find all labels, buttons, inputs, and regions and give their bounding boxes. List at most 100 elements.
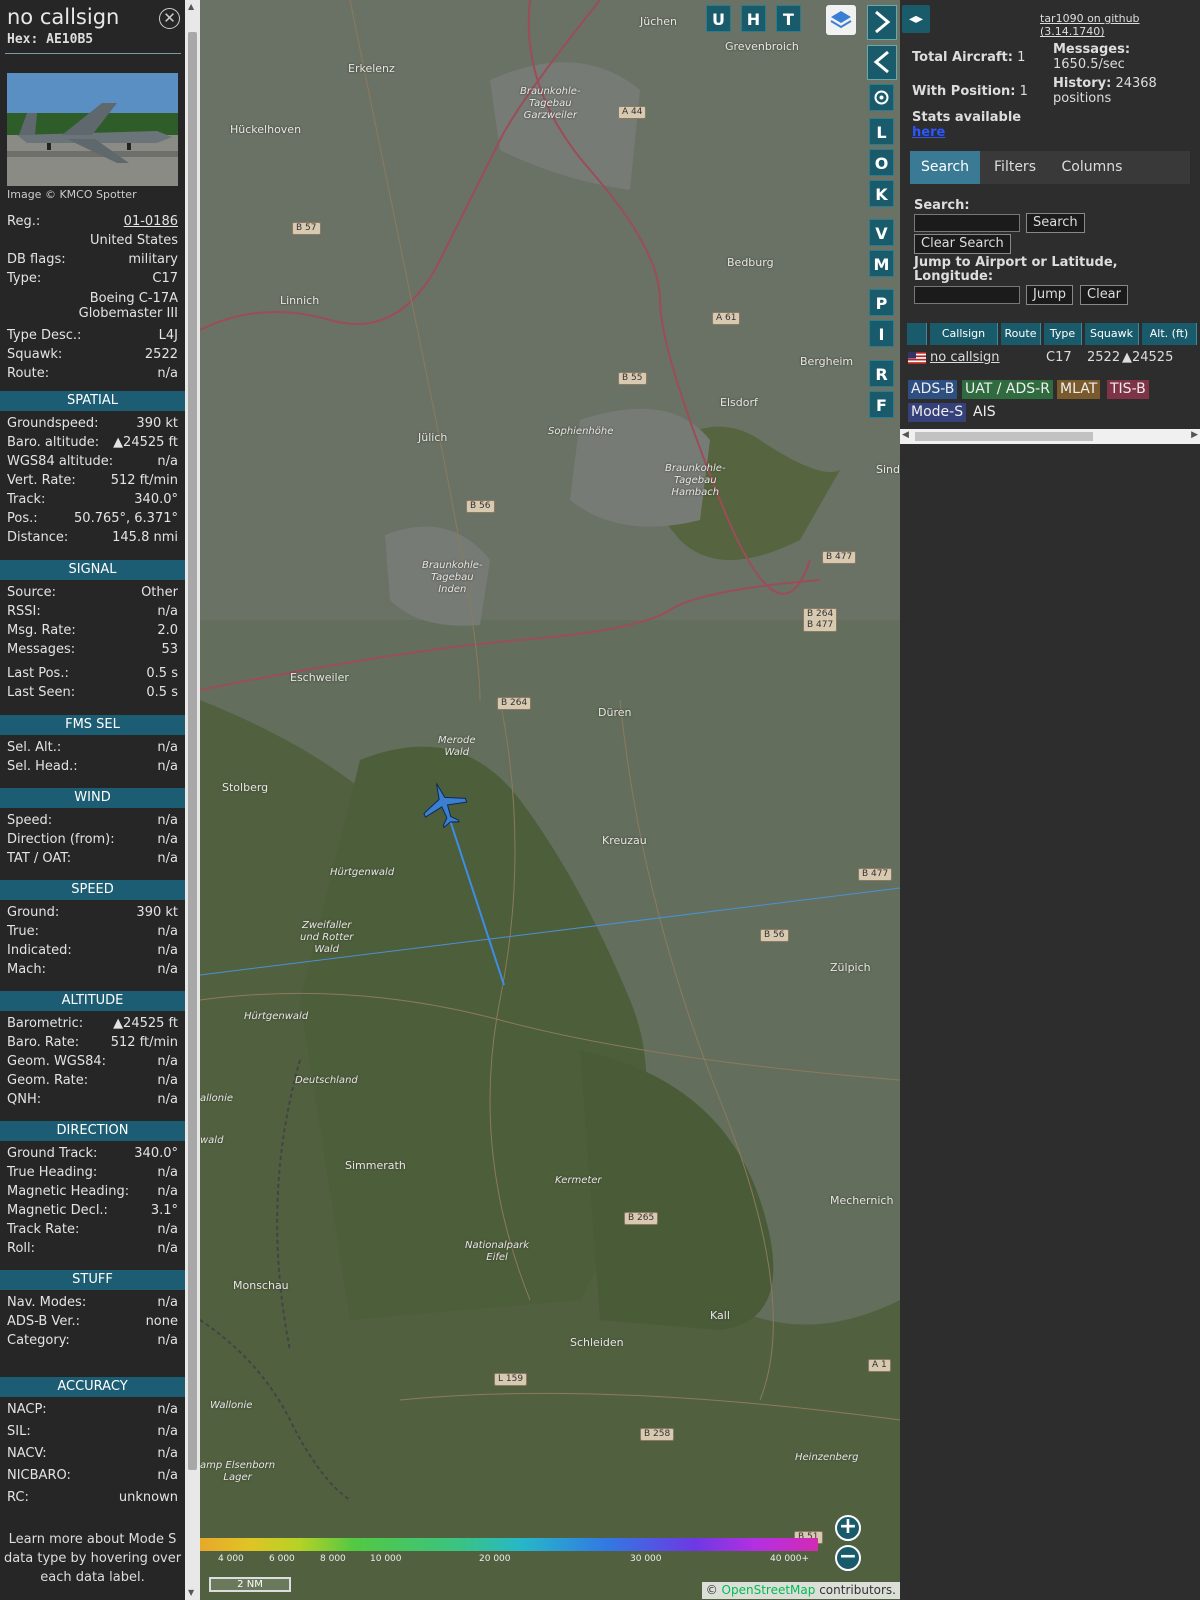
map-view[interactable]: Jüchen Grevenbroich Erkelenz Braunkohle- Ta… — [200, 0, 900, 1600]
scroll-down-icon[interactable]: ▼ — [188, 1588, 194, 1597]
info-label[interactable]: Nav. Modes: — [7, 1293, 86, 1312]
info-label[interactable]: Route: — [7, 364, 49, 383]
column-header[interactable] — [907, 323, 927, 345]
info-label[interactable]: Pos.: — [7, 509, 38, 528]
info-label[interactable]: Barometric: — [7, 1014, 83, 1033]
info-label[interactable]: RSSI: — [7, 602, 41, 621]
zoom-out-button[interactable]: − — [835, 1545, 861, 1571]
info-label[interactable]: TAT / OAT: — [7, 849, 71, 868]
jump-button[interactable]: Jump — [1026, 285, 1073, 305]
info-label[interactable]: Mach: — [7, 960, 46, 979]
jump-input[interactable] — [914, 286, 1020, 304]
aircraft-icon[interactable] — [420, 780, 468, 828]
info-label[interactable]: Groundspeed: — [7, 414, 98, 433]
osm-link[interactable]: OpenStreetMap — [722, 1583, 816, 1597]
scroll-right-icon[interactable]: ▶ — [1191, 430, 1198, 440]
map-button-h[interactable]: H — [741, 5, 766, 32]
map-button-i[interactable]: I — [869, 320, 894, 347]
table-horizontal-scrollbar[interactable]: ▶ ◀ — [900, 429, 1200, 444]
info-label[interactable]: ADS-B Ver.: — [7, 1312, 80, 1331]
info-label[interactable]: Roll: — [7, 1239, 35, 1258]
column-header[interactable]: Callsign — [930, 323, 998, 345]
info-label[interactable]: Sel. Alt.: — [7, 738, 61, 757]
clear-button[interactable]: Clear — [1080, 285, 1128, 305]
info-label[interactable]: True: — [7, 922, 39, 941]
info-label[interactable]: Vert. Rate: — [7, 471, 76, 490]
close-icon[interactable]: ✕ — [159, 8, 180, 29]
info-label[interactable]: Category: — [7, 1331, 70, 1350]
info-label[interactable]: Last Pos.: — [7, 664, 69, 683]
collapse-button[interactable] — [867, 45, 897, 80]
info-label[interactable]: Magnetic Decl.: — [7, 1201, 108, 1220]
scroll-left-icon[interactable]: ◀ — [902, 430, 909, 440]
info-label[interactable]: Baro. altitude: — [7, 433, 99, 452]
info-label[interactable]: Squawk: — [7, 345, 62, 364]
map-button-u[interactable]: U — [706, 5, 731, 32]
info-label[interactable]: Distance: — [7, 528, 68, 547]
info-label[interactable]: Type: — [7, 269, 41, 288]
info-label[interactable]: Geom. Rate: — [7, 1071, 88, 1090]
column-header[interactable]: Type — [1044, 323, 1082, 345]
tab-filters[interactable]: Filters — [983, 151, 1047, 184]
map-button-o[interactable]: O — [869, 149, 894, 176]
search-input[interactable] — [914, 214, 1020, 232]
clear-search-button[interactable]: Clear Search — [914, 234, 1011, 254]
map-button-t[interactable]: T — [776, 5, 801, 32]
panel-toggle-button[interactable]: ◂▸ — [902, 5, 930, 33]
zoom-in-button[interactable]: + — [835, 1515, 861, 1541]
map-button-p[interactable]: P — [869, 289, 894, 316]
search-button[interactable]: Search — [1026, 213, 1085, 233]
map-button-v[interactable]: V — [869, 219, 894, 246]
info-label[interactable]: Baro. Rate: — [7, 1033, 79, 1052]
settings-button[interactable] — [869, 84, 894, 111]
info-label[interactable]: Last Seen: — [7, 683, 75, 702]
info-label[interactable]: Direction (from): — [7, 830, 115, 849]
map-button-r[interactable]: R — [869, 360, 894, 387]
expand-button[interactable] — [867, 5, 897, 40]
column-header[interactable]: Alt. (ft) — [1142, 323, 1197, 345]
left-panel-scrollbar[interactable]: ▲ ▼ — [185, 0, 200, 1600]
info-label[interactable]: RC: — [7, 1488, 29, 1507]
info-label[interactable]: NACP: — [7, 1400, 47, 1419]
info-label[interactable]: Type Desc.: — [7, 326, 81, 345]
info-label[interactable]: Track: — [7, 490, 45, 509]
stats-here-link[interactable]: here — [912, 125, 945, 140]
layers-button[interactable] — [826, 5, 856, 35]
info-label[interactable]: Messages: — [7, 640, 75, 659]
map-button-k[interactable]: K — [869, 180, 894, 207]
info-label[interactable]: True Heading: — [7, 1163, 97, 1182]
map-button-f[interactable]: F — [869, 391, 894, 418]
column-header[interactable]: Route — [1001, 323, 1041, 345]
info-label[interactable]: Magnetic Heading: — [7, 1182, 129, 1201]
info-label[interactable]: Speed: — [7, 811, 52, 830]
info-label[interactable]: NICBARO: — [7, 1466, 71, 1485]
info-label[interactable]: WGS84 altitude: — [7, 452, 113, 471]
row-callsign[interactable]: no callsign — [930, 348, 1000, 368]
scroll-up-icon[interactable]: ▲ — [188, 2, 194, 11]
info-label[interactable]: DB flags: — [7, 250, 66, 269]
info-label[interactable]: Indicated: — [7, 941, 72, 960]
info-label[interactable]: NACV: — [7, 1444, 47, 1463]
info-label[interactable]: SIL: — [7, 1422, 31, 1441]
info-label[interactable]: Track Rate: — [7, 1220, 79, 1239]
column-header[interactable]: Squawk — [1085, 323, 1139, 345]
info-label[interactable]: QNH: — [7, 1090, 41, 1109]
info-value[interactable]: 01-0186 — [124, 212, 178, 231]
info-value: n/a — [157, 1295, 178, 1310]
map-button-m[interactable]: M — [869, 250, 894, 277]
info-label[interactable]: Source: — [7, 583, 56, 602]
tab-search[interactable]: Search — [910, 151, 980, 184]
info-label[interactable]: Msg. Rate: — [7, 621, 76, 640]
github-link[interactable]: tar1090 on github (3.14.1740) — [1040, 12, 1200, 38]
info-label[interactable]: Reg.: — [7, 212, 40, 231]
map-button-l[interactable]: L — [869, 118, 894, 145]
aircraft-photo[interactable] — [7, 73, 178, 186]
info-label[interactable]: Ground: — [7, 903, 59, 922]
info-value: n/a — [157, 1184, 178, 1199]
info-label[interactable]: Ground Track: — [7, 1144, 97, 1163]
info-label[interactable]: Geom. WGS84: — [7, 1052, 106, 1071]
tab-columns[interactable]: Columns — [1050, 151, 1134, 184]
scrollbar-thumb[interactable] — [188, 32, 197, 1470]
scrollbar-thumb[interactable] — [915, 432, 1093, 441]
info-label[interactable]: Sel. Head.: — [7, 757, 78, 776]
